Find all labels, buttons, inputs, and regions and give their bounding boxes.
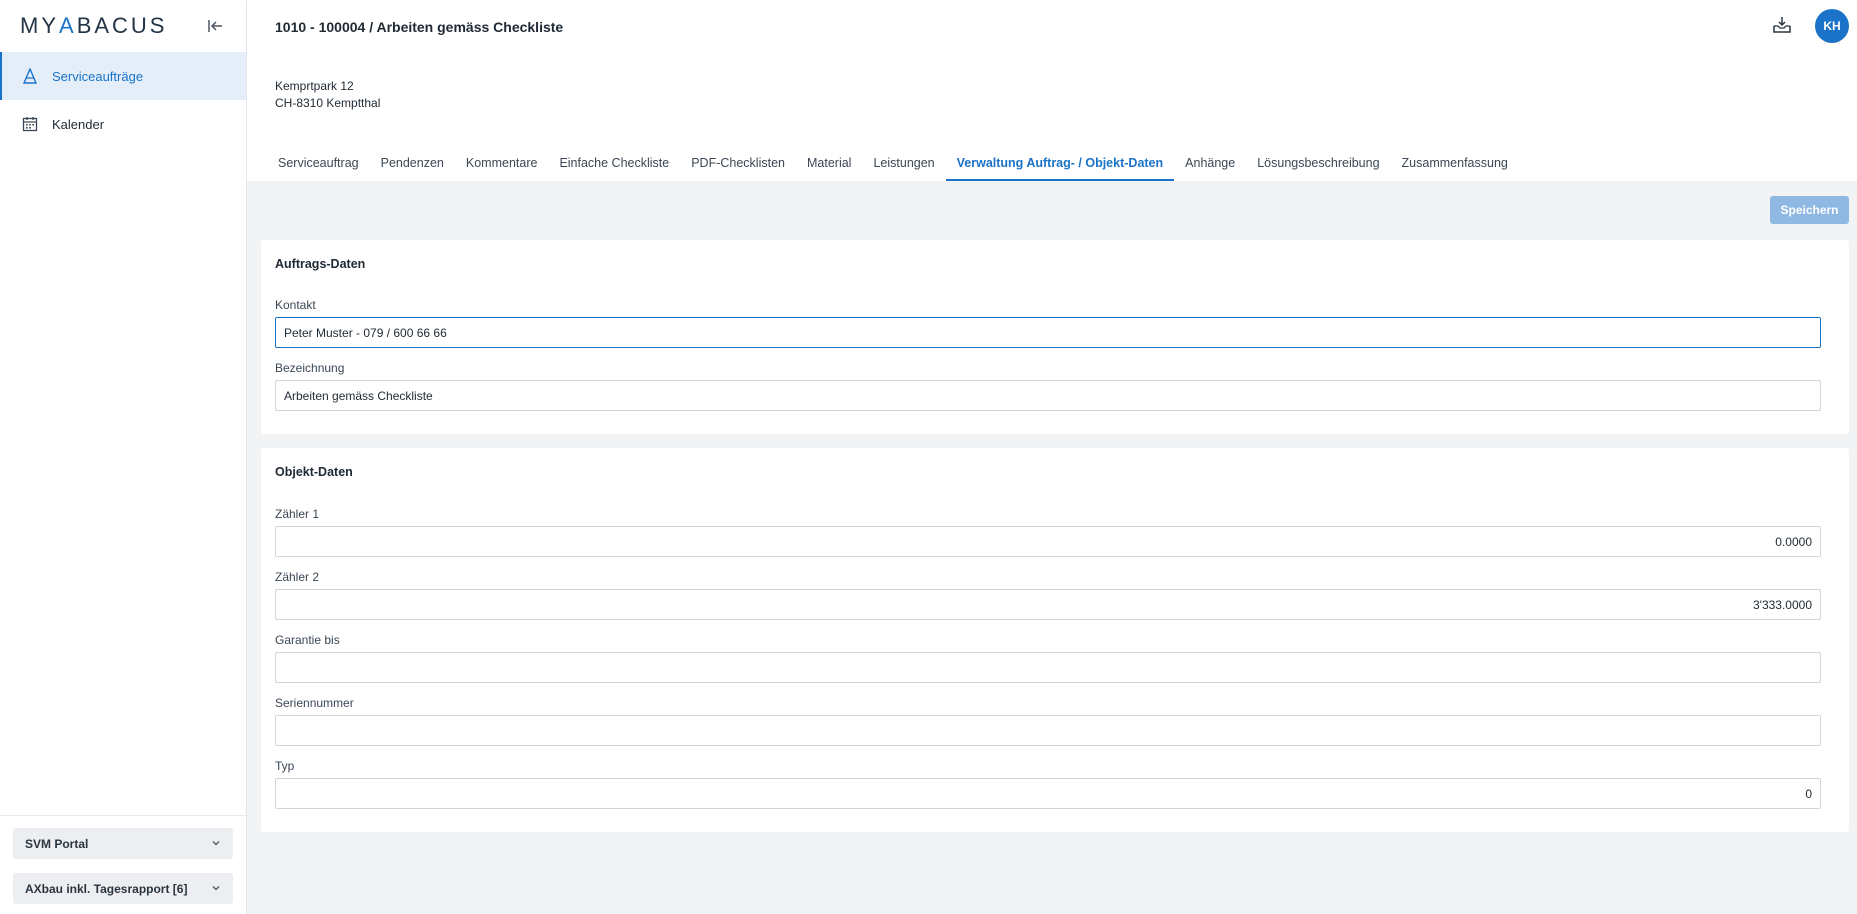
zaehler1-field[interactable]: 0.0000 xyxy=(275,526,1821,557)
address-street: Kemprtpark 12 xyxy=(275,79,354,93)
tab-pendenzen[interactable]: Pendenzen xyxy=(370,151,455,181)
zaehler1-label: Zähler 1 xyxy=(275,507,320,521)
logo-text-left: MY xyxy=(20,13,59,38)
tab-material[interactable]: Material xyxy=(796,151,862,181)
sidebar: MY A BACUS Serviceaufträge Kalender SVM Po… xyxy=(0,0,247,914)
kontakt-label: Kontakt xyxy=(275,298,316,312)
auftrags-daten-card: Auftrags-Daten Kontakt Peter Muster - 07… xyxy=(261,240,1849,434)
mandant-select-label: AXbau inkl. Tagesrapport [6] xyxy=(25,881,188,896)
sidebar-item-label: Kalender xyxy=(52,116,105,132)
tab-bar: Serviceauftrag Pendenzen Kommentare Einf… xyxy=(267,151,1519,181)
garantie-label: Garantie bis xyxy=(275,633,340,647)
logo-row: MY A BACUS xyxy=(0,0,246,52)
cone-icon xyxy=(22,67,38,84)
sidebar-item-serviceauftraege[interactable]: Serviceaufträge xyxy=(0,52,246,100)
typ-label: Typ xyxy=(275,759,295,773)
calendar-icon xyxy=(22,116,38,132)
mandant-select[interactable]: AXbau inkl. Tagesrapport [6] xyxy=(13,873,233,904)
sidebar-item-kalender[interactable]: Kalender xyxy=(0,100,246,148)
sidebar-bottom: SVM Portal AXbau inkl. Tagesrapport [6] xyxy=(0,815,246,914)
seriennummer-label: Seriennummer xyxy=(275,696,354,710)
chevron-down-icon xyxy=(211,882,221,896)
tab-pdf-checklisten[interactable]: PDF-Checklisten xyxy=(680,151,796,181)
tab-zusammenfassung[interactable]: Zusammenfassung xyxy=(1391,151,1519,181)
tab-serviceauftrag[interactable]: Serviceauftrag xyxy=(267,151,370,181)
address: Kemprtpark 12 CH-8310 Kemptthal xyxy=(275,78,380,112)
tab-kommentare[interactable]: Kommentare xyxy=(455,151,549,181)
tab-verwaltung-auftrag-objekt-daten[interactable]: Verwaltung Auftrag- / Objekt-Daten xyxy=(945,151,1175,181)
portal-select-label: SVM Portal xyxy=(25,836,89,851)
tab-loesungsbeschreibung[interactable]: Lösungsbeschreibung xyxy=(1246,151,1390,181)
app-logo[interactable]: MY A BACUS xyxy=(20,13,167,39)
bezeichnung-field[interactable]: Arbeiten gemäss Checkliste xyxy=(275,380,1821,411)
typ-field[interactable]: 0 xyxy=(275,778,1821,809)
sidebar-item-label: Serviceaufträge xyxy=(52,68,144,84)
page-title: 1010 - 100004 / Arbeiten gemäss Checklis… xyxy=(275,19,564,35)
order-header-panel: Kemprtpark 12 CH-8310 Kemptthal Servicea… xyxy=(247,53,1857,181)
garantie-field[interactable] xyxy=(275,652,1821,683)
zaehler2-label: Zähler 2 xyxy=(275,570,320,584)
tab-anhaenge[interactable]: Anhänge xyxy=(1174,151,1246,181)
avatar[interactable]: KH xyxy=(1815,9,1849,43)
kontakt-field[interactable]: Peter Muster - 079 / 600 66 66 xyxy=(275,317,1821,348)
chevron-down-icon xyxy=(211,837,221,851)
card-title: Objekt-Daten xyxy=(275,465,353,479)
card-title: Auftrags-Daten xyxy=(275,257,366,271)
logo-text-right: BACUS xyxy=(76,13,168,38)
bezeichnung-label: Bezeichnung xyxy=(275,361,345,375)
objekt-daten-card: Objekt-Daten Zähler 1 0.0000 Zähler 2 3'… xyxy=(261,448,1849,832)
seriennummer-field[interactable] xyxy=(275,715,1821,746)
tab-einfache-checkliste[interactable]: Einfache Checkliste xyxy=(548,151,680,181)
address-city: CH-8310 Kemptthal xyxy=(275,96,381,110)
portal-select[interactable]: SVM Portal xyxy=(13,828,233,859)
collapse-sidebar-icon[interactable] xyxy=(204,16,226,36)
logo-text-accent: A xyxy=(59,13,77,38)
save-button[interactable]: Speichern xyxy=(1770,196,1849,224)
zaehler2-field[interactable]: 3'333.0000 xyxy=(275,589,1821,620)
download-icon[interactable] xyxy=(1771,14,1793,36)
tab-leistungen[interactable]: Leistungen xyxy=(862,151,945,181)
top-header: 1010 - 100004 / Arbeiten gemäss Checklis… xyxy=(247,0,1857,53)
